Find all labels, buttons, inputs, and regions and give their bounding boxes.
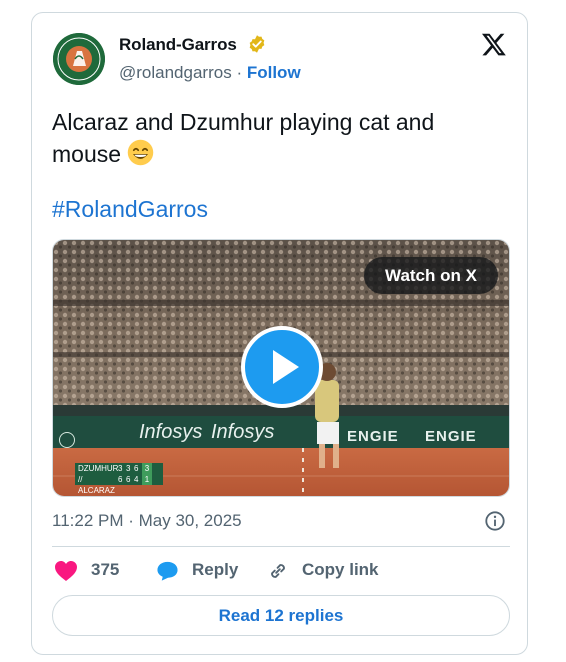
- read-replies-button[interactable]: Read 12 replies: [52, 595, 510, 636]
- court-logo-icon: [59, 432, 75, 448]
- author-avatar[interactable]: [53, 33, 105, 85]
- separator-dot: ·: [236, 63, 243, 82]
- banner-sponsor-engie-2: ENGIE: [425, 428, 477, 445]
- tweet-text: Alcaraz and Dzumhur playing cat and mous…: [52, 106, 492, 170]
- author-handle-row: @rolandgarros · Follow: [119, 63, 301, 83]
- banner-sponsor-right: Infosys: [211, 421, 275, 443]
- x-logo-icon[interactable]: [481, 31, 507, 57]
- reply-bubble-icon: [157, 561, 178, 581]
- watch-on-x-button[interactable]: Watch on X: [364, 257, 498, 294]
- divider: [52, 546, 510, 547]
- scoreboard-row: DZUMHUR 3 3 6 3: [75, 463, 163, 474]
- tweet-card: Roland-Garros @rolandgarros · Follow Alc…: [31, 12, 528, 655]
- scoreboard: DZUMHUR 3 3 6 3 // ALCARAZ 6 6 4 1: [75, 463, 163, 495]
- roland-garros-logo: [53, 33, 105, 85]
- heart-icon: [55, 561, 77, 581]
- tweet-body: Alcaraz and Dzumhur playing cat and mous…: [52, 109, 435, 167]
- verified-badge-icon: [249, 35, 265, 53]
- banner-sponsor-left: Infosys: [139, 421, 203, 443]
- author-handle[interactable]: @rolandgarros: [119, 63, 232, 82]
- info-icon[interactable]: [484, 510, 506, 532]
- grinning-face-emoji-icon: [128, 139, 154, 166]
- banner-sponsor-engie-1: ENGIE: [347, 428, 399, 445]
- scoreboard-row: // ALCARAZ 6 6 4 1: [75, 474, 163, 495]
- reply-label: Reply: [192, 560, 239, 579]
- follow-link[interactable]: Follow: [247, 63, 301, 82]
- author-display-name[interactable]: Roland-Garros: [119, 35, 237, 55]
- play-button-icon[interactable]: [241, 326, 323, 408]
- like-count: 375: [91, 560, 120, 579]
- tweet-timestamp[interactable]: 11:22 PM · May 30, 2025: [52, 511, 242, 531]
- link-icon: [271, 564, 285, 578]
- hashtag-link[interactable]: #RolandGarros: [52, 196, 208, 223]
- copy-link-label: Copy link: [302, 560, 379, 579]
- video-media[interactable]: Infosys Infosys ENGIE ENGIE DZUMHUR 3 3 …: [52, 239, 510, 497]
